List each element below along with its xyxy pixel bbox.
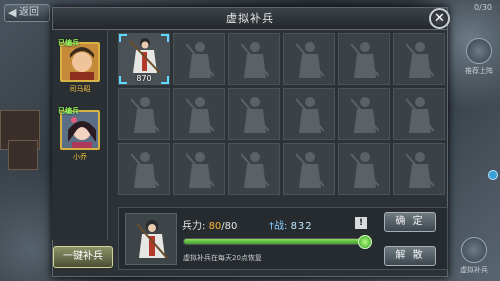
troop-slot-empty[interactable] (283, 88, 335, 140)
troop-slot-empty[interactable] (283, 33, 335, 85)
troop-slot-empty[interactable] (118, 88, 170, 140)
hero-portrait (60, 110, 100, 150)
troop-slot-empty[interactable] (338, 143, 390, 195)
troops-readout: 兵力: 80/80 (182, 217, 237, 232)
back-label: 返回 (19, 7, 39, 18)
combat-power-readout: †战: 832 (269, 217, 313, 232)
recommend-button[interactable]: 推荐上阵 (464, 38, 494, 76)
confirm-button[interactable]: 确 定 (384, 212, 436, 232)
hero-portrait (60, 42, 100, 82)
hero-card-1[interactable]: 已编兵 司马昭 (58, 39, 102, 94)
hero-status-tag: 已编兵 (58, 39, 79, 47)
hero-card-2[interactable]: 已编兵 小乔 (58, 107, 102, 162)
troop-slot-empty[interactable] (393, 143, 445, 195)
troop-slot-empty[interactable] (338, 33, 390, 85)
reset-hint: 虚拟补兵在每天20点恢复 (183, 254, 262, 262)
empty-slot-icon (351, 42, 379, 78)
hero-status-tag: 已编兵 (58, 107, 79, 115)
empty-slot-icon (186, 152, 214, 188)
troop-counter: 0/30 (474, 3, 492, 12)
troop-grid: 870 (118, 33, 448, 203)
troop-slider-fill (184, 239, 368, 244)
reinforce-shortcut-label: 虚拟补兵 (460, 266, 488, 274)
empty-slot-icon (406, 42, 434, 78)
empty-slot-icon (406, 97, 434, 133)
troop-slot-empty[interactable] (228, 143, 280, 195)
hero-name: 小乔 (73, 153, 87, 161)
troop-slot-empty[interactable] (228, 88, 280, 140)
hero-name: 司马昭 (69, 85, 91, 93)
troops-current: 80 (208, 221, 222, 232)
troop-slot-empty[interactable] (338, 88, 390, 140)
empty-slot-icon (241, 42, 269, 78)
troops-max: /80 (221, 221, 238, 232)
auto-reinforce-button[interactable]: 一键补兵 (53, 246, 113, 268)
empty-slot-icon (406, 152, 434, 188)
empty-slot-icon (296, 97, 324, 133)
troop-portrait (125, 213, 177, 265)
troop-slot-selected[interactable]: 870 (118, 33, 170, 85)
recommend-icon (466, 38, 492, 64)
empty-slot-icon (186, 42, 214, 78)
selection-corner (119, 34, 127, 42)
troop-slider-knob[interactable] (358, 235, 372, 249)
dismiss-button[interactable]: 解 散 (384, 246, 436, 266)
troop-slot-empty[interactable] (393, 88, 445, 140)
troop-slot-empty[interactable] (173, 88, 225, 140)
empty-slot-icon (296, 42, 324, 78)
troop-slot-empty[interactable] (283, 143, 335, 195)
power-label: 战: (274, 221, 288, 232)
virtual-reinforce-shortcut[interactable]: 虚拟补兵 (454, 237, 494, 275)
troop-slot-empty[interactable] (118, 143, 170, 195)
empty-slot-icon (186, 97, 214, 133)
troop-unit-icon (129, 38, 161, 74)
reinforce-icon (461, 237, 487, 263)
troop-slot-empty[interactable] (393, 33, 445, 85)
selection-corner (161, 34, 169, 42)
selection-corner (119, 76, 127, 84)
empty-slot-icon (131, 152, 159, 188)
info-button[interactable]: ! (355, 217, 367, 229)
empty-slot-icon (351, 97, 379, 133)
back-arrow-icon: ◀ (8, 6, 17, 19)
troop-slot-empty[interactable] (173, 33, 225, 85)
dialog-title: 虚拟补兵 (53, 8, 447, 30)
empty-slot-icon (241, 97, 269, 133)
troop-slot-empty[interactable] (173, 143, 225, 195)
recommend-label: 推荐上阵 (465, 67, 493, 75)
map-building (8, 140, 38, 170)
troops-label: 兵力: (182, 221, 206, 232)
empty-slot-icon (241, 152, 269, 188)
close-button[interactable]: ✕ (429, 8, 450, 29)
empty-slot-icon (351, 152, 379, 188)
empty-slot-icon (296, 152, 324, 188)
power-value: 832 (290, 221, 313, 232)
troop-slot-empty[interactable] (228, 33, 280, 85)
map-marker-icon[interactable] (488, 170, 498, 180)
selection-corner (161, 76, 169, 84)
troop-slider[interactable] (183, 235, 372, 249)
empty-slot-icon (131, 97, 159, 133)
back-button[interactable]: ◀ 返回 (4, 4, 50, 22)
hero-list: 已编兵 司马昭 已编兵 小乔 (52, 30, 108, 240)
